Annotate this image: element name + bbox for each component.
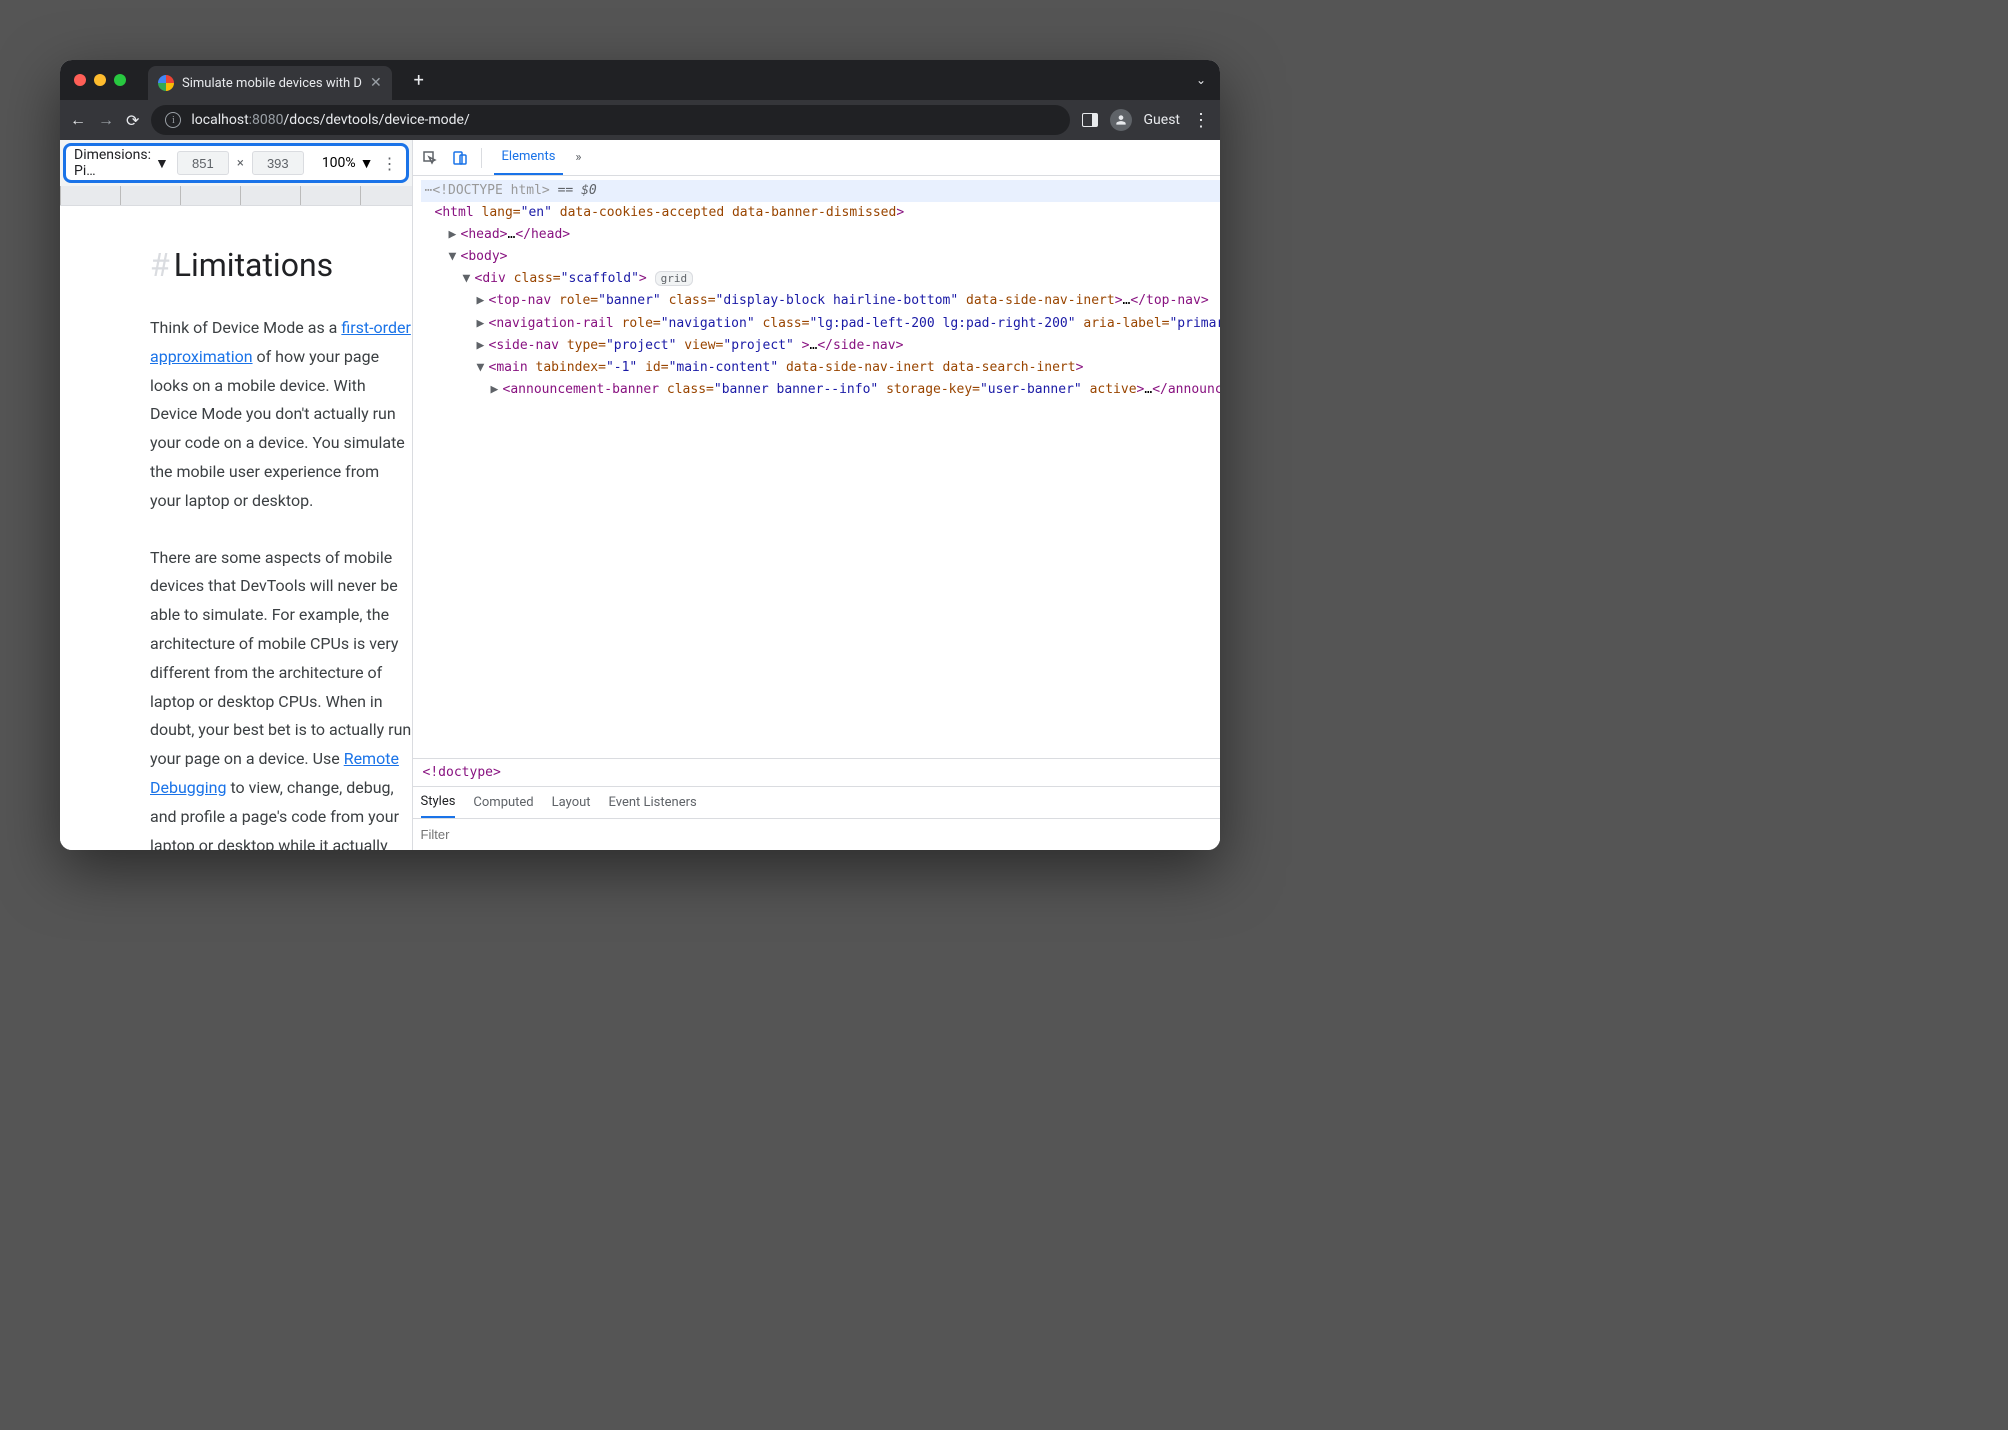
tab-layout[interactable]: Layout: [552, 787, 591, 818]
more-tabs-icon[interactable]: »: [575, 150, 581, 165]
tabs-chevron-down-icon[interactable]: ⌄: [1196, 73, 1206, 87]
inspect-element-icon[interactable]: [421, 149, 439, 167]
back-button[interactable]: ←: [70, 110, 86, 130]
devtools-tabs: Elements » ▬1 ⚙ ⋮ ✕: [413, 140, 1220, 176]
styles-tabs: Styles Computed Layout Event Listeners »: [413, 786, 1220, 818]
tab-title: Simulate mobile devices with D: [182, 76, 362, 91]
main-element[interactable]: ▼<main tabindex="-1" id="main-content" d…: [421, 357, 1220, 379]
page-heading: #Limitations: [150, 246, 412, 284]
top-nav-element[interactable]: ▶<top-nav role="banner" class="display-b…: [421, 290, 1220, 312]
new-tab-button[interactable]: +: [414, 70, 424, 91]
device-toolbar-more-icon[interactable]: ⋮: [382, 154, 398, 173]
minimize-window-button[interactable]: [94, 74, 106, 86]
scaffold-div[interactable]: ▼<div class="scaffold"> grid: [421, 268, 1220, 290]
browser-window: Simulate mobile devices with D ✕ + ⌄ ← →…: [60, 60, 1220, 850]
url-text: localhost:8080/docs/devtools/device-mode…: [191, 112, 469, 128]
close-tab-icon[interactable]: ✕: [370, 75, 382, 91]
device-mode-icon[interactable]: [451, 149, 469, 167]
dimension-separator: ×: [237, 156, 244, 171]
zoom-label: 100%: [322, 155, 356, 171]
paragraph-1: Think of Device Mode as a first-order ap…: [150, 314, 412, 516]
dom-tree[interactable]: ⋯<!DOCTYPE html> == $0 <html lang="en" d…: [413, 176, 1220, 758]
site-info-icon[interactable]: i: [165, 112, 181, 128]
device-viewport: Dimensions: Pi… ▼ × 100% ▼ ⋮ #Limitation…: [60, 140, 412, 850]
tab-event-listeners[interactable]: Event Listeners: [609, 787, 697, 818]
maximize-window-button[interactable]: [114, 74, 126, 86]
doctype-line[interactable]: ⋯<!DOCTYPE html> == $0: [421, 180, 1220, 202]
content-area: Dimensions: Pi… ▼ × 100% ▼ ⋮ #Limitation…: [60, 140, 1220, 850]
page-content: #Limitations Think of Device Mode as a f…: [60, 206, 412, 850]
devtools-panel: Elements » ▬1 ⚙ ⋮ ✕ ⋯<!DOCTYPE html> == …: [412, 140, 1220, 850]
dom-breadcrumb[interactable]: <!doctype>: [413, 758, 1220, 786]
traffic-lights: [74, 74, 126, 86]
titlebar: Simulate mobile devices with D ✕ + ⌄: [60, 60, 1220, 100]
chrome-favicon-icon: [158, 75, 174, 91]
forward-button[interactable]: →: [98, 110, 114, 130]
side-panel-icon[interactable]: [1082, 113, 1098, 127]
browser-menu-button[interactable]: ⋮: [1192, 110, 1210, 131]
dimensions-label: Dimensions: Pi…: [74, 147, 151, 179]
side-nav-element[interactable]: ▶<side-nav type="project" view="project"…: [421, 335, 1220, 357]
dimensions-dropdown[interactable]: Dimensions: Pi… ▼: [74, 147, 169, 179]
body-element[interactable]: ▼<body>: [421, 246, 1220, 268]
tab-styles[interactable]: Styles: [421, 787, 456, 818]
device-toolbar: Dimensions: Pi… ▼ × 100% ▼ ⋮: [63, 143, 409, 183]
omnibox[interactable]: i localhost:8080/docs/devtools/device-mo…: [151, 105, 1069, 135]
styles-filter-row: :hov .cls ＋ ▢ ⏴: [413, 818, 1220, 850]
chevron-down-icon: ▼: [155, 155, 169, 172]
close-window-button[interactable]: [74, 74, 86, 86]
width-input[interactable]: [177, 151, 229, 175]
navigation-rail-element[interactable]: ▶<navigation-rail role="navigation" clas…: [421, 313, 1220, 335]
tab-elements[interactable]: Elements: [494, 140, 564, 175]
height-input[interactable]: [252, 151, 304, 175]
chevron-down-icon: ▼: [360, 155, 374, 172]
address-bar: ← → ⟳ i localhost:8080/docs/devtools/dev…: [60, 100, 1220, 140]
toolbar-right: Guest ⋮: [1082, 109, 1210, 131]
hash-icon: #: [150, 246, 170, 284]
browser-tab[interactable]: Simulate mobile devices with D ✕: [148, 66, 392, 100]
paragraph-2: There are some aspects of mobile devices…: [150, 544, 412, 850]
html-element[interactable]: <html lang="en" data-cookies-accepted da…: [421, 202, 1220, 224]
head-element[interactable]: ▶<head>…</head>: [421, 224, 1220, 246]
filter-input[interactable]: [421, 827, 1220, 842]
ruler: [60, 186, 412, 206]
profile-avatar-icon[interactable]: [1110, 109, 1132, 131]
grid-badge[interactable]: grid: [655, 271, 694, 286]
tab-computed[interactable]: Computed: [473, 787, 533, 818]
announcement-banner-element[interactable]: ▶<announcement-banner class="banner bann…: [421, 379, 1220, 401]
zoom-dropdown[interactable]: 100% ▼: [322, 155, 374, 172]
reload-button[interactable]: ⟳: [126, 111, 139, 130]
guest-label: Guest: [1144, 112, 1180, 128]
